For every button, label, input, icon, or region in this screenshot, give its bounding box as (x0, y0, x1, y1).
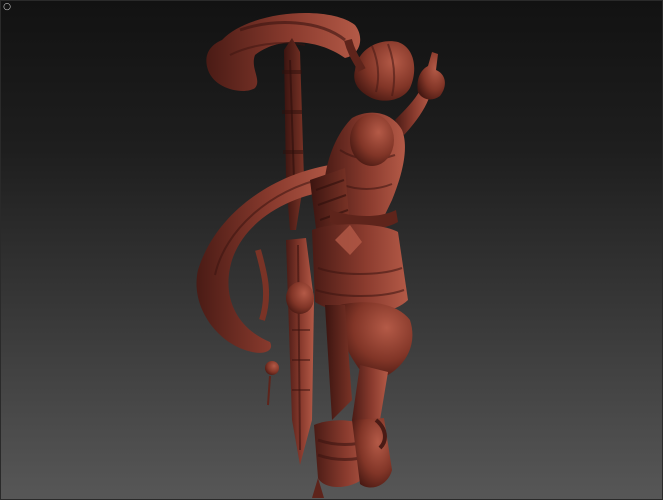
sculpted-character-model[interactable] (0, 0, 663, 500)
character-body (310, 38, 445, 498)
upper-ribbon (206, 12, 361, 91)
sword-weapon (282, 38, 314, 465)
3d-viewport[interactable]: ○ (0, 0, 663, 500)
